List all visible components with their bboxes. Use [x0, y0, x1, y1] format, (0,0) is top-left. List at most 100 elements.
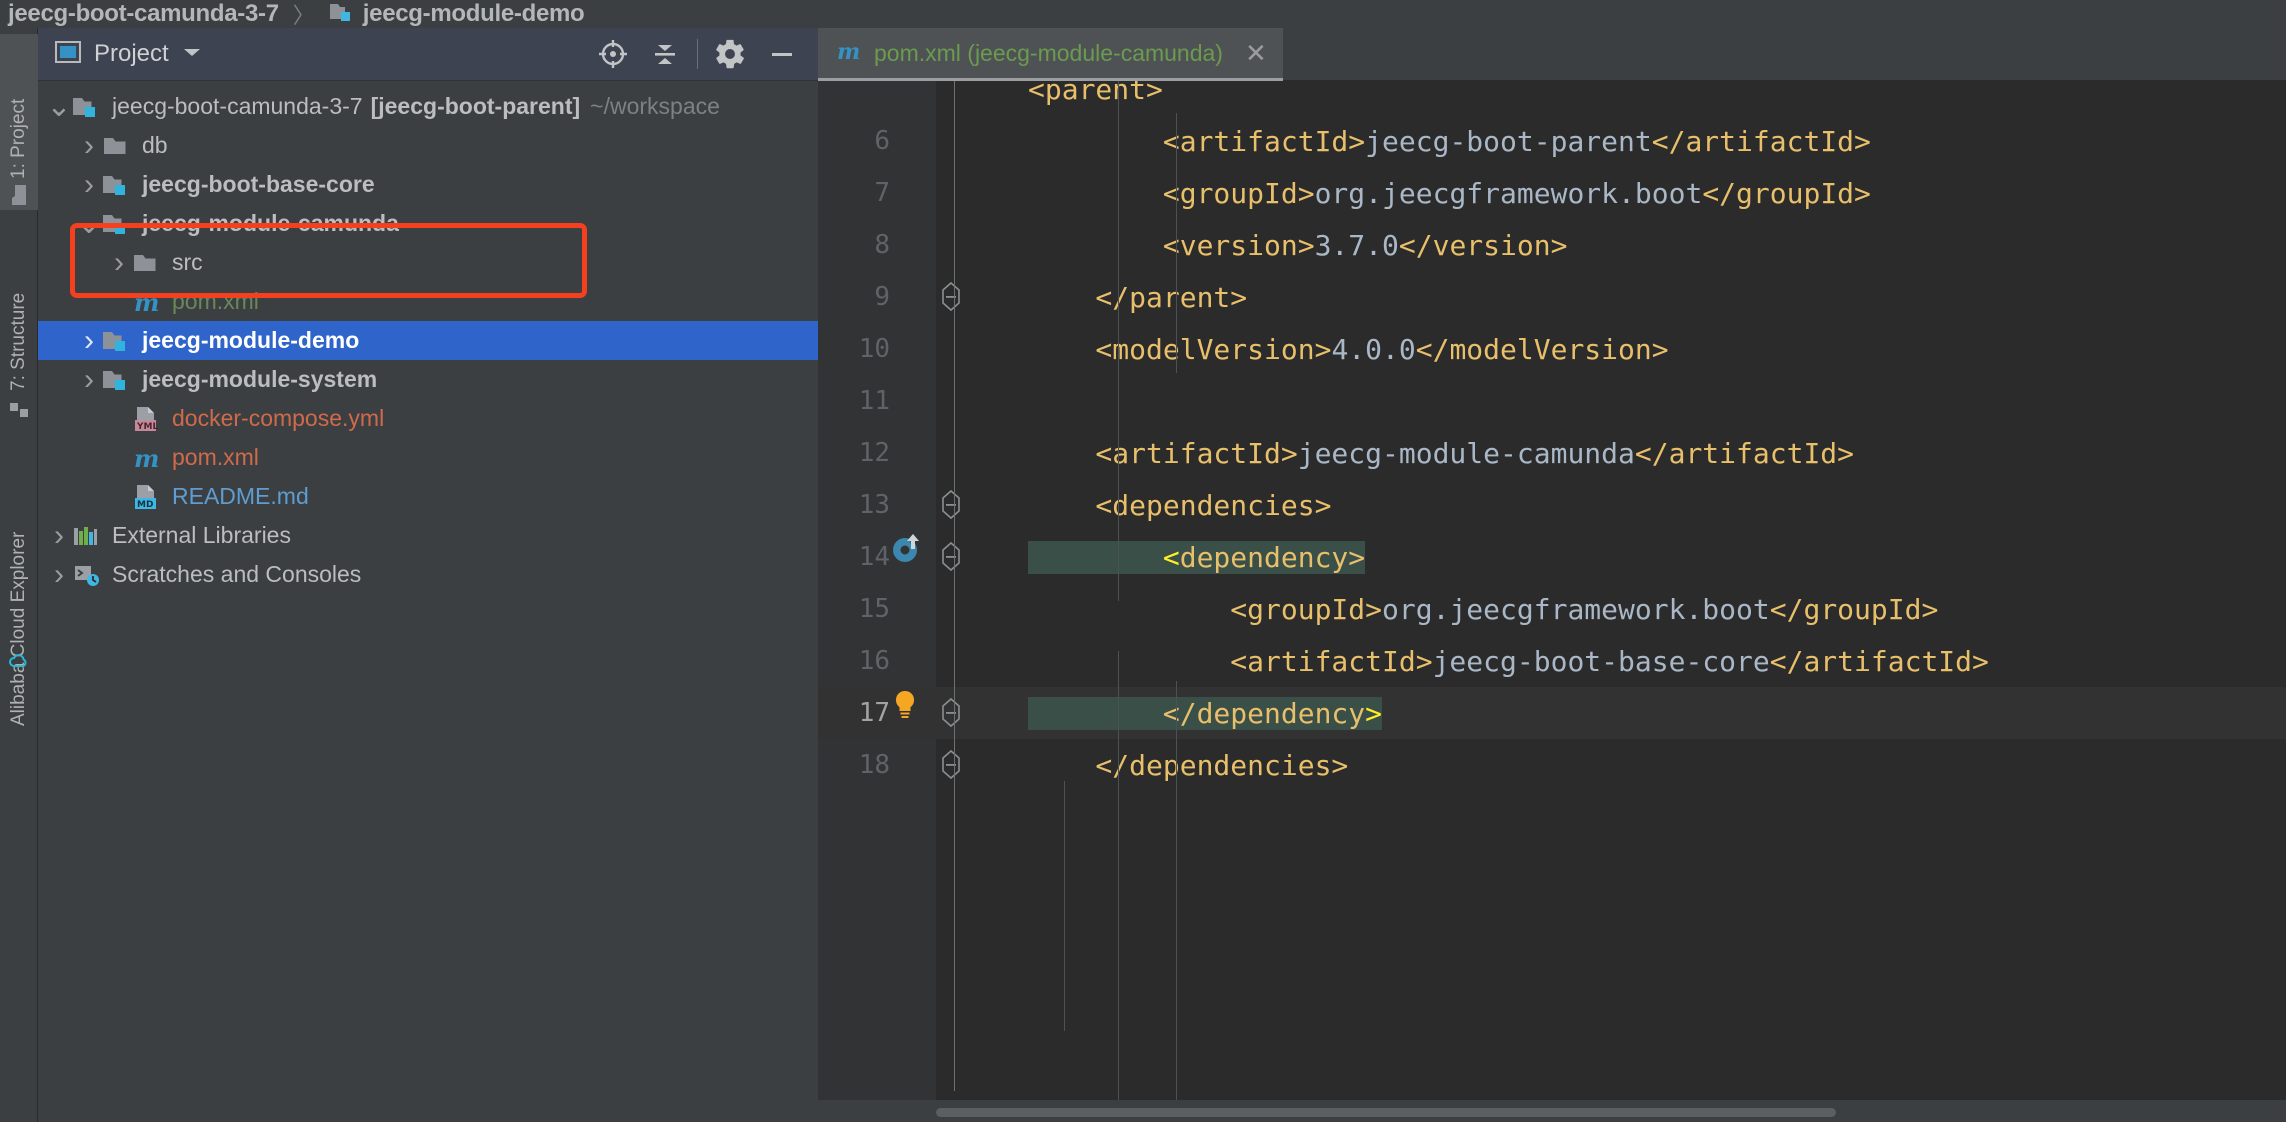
code-text: <modelVersion>4.0.0</modelVersion> [1028, 332, 1669, 366]
tree-row[interactable]: m pom.xml [38, 438, 818, 477]
editor-area: m pom.xml (jeecg-module-camunda) ✕ <pare… [818, 28, 2286, 1122]
tree-row[interactable]: › Scratches and Consoles [38, 555, 818, 594]
module-folder-icon [102, 328, 132, 354]
code-text: <version>3.7.0</version> [1028, 228, 1568, 262]
fold-gutter-slot [936, 739, 982, 791]
line-number: 13 [858, 490, 890, 520]
code-line[interactable]: 7 <groupId>org.jeecgframework.boot</grou… [818, 167, 2286, 219]
indent-guide [1176, 681, 1177, 1111]
code-text: </parent> [1028, 280, 1248, 314]
tree-row[interactable]: › db [38, 126, 818, 165]
line-number: 11 [858, 386, 890, 416]
sidebar-item-structure-label: 7: Structure [8, 292, 29, 391]
chevron-right-icon[interactable]: › [76, 363, 102, 397]
line-number: 12 [858, 438, 890, 468]
chevron-right-icon[interactable]: › [46, 558, 72, 592]
tree-row[interactable]: › jeecg-module-system [38, 360, 818, 399]
maven-reimport-icon[interactable] [890, 534, 924, 569]
tree-row-label: jeecg-module-camunda [142, 210, 399, 236]
chevron-right-icon[interactable]: › [106, 246, 132, 280]
lightbulb-icon[interactable] [890, 690, 920, 725]
code-line[interactable]: 14 <dependency> [818, 531, 2286, 583]
fold-gutter-slot [936, 167, 982, 219]
line-number: 15 [858, 594, 890, 624]
collapse-all-icon[interactable] [639, 28, 691, 80]
code-line[interactable]: 11 [818, 375, 2286, 427]
code-line[interactable]: 13 <dependencies> [818, 479, 2286, 531]
fold-collapse-icon[interactable] [936, 749, 966, 795]
fold-gutter-slot [936, 81, 982, 115]
code-text: <groupId>org.jeecgframework.boot</groupI… [1028, 176, 1871, 210]
gutter-icon-slot [890, 531, 936, 583]
locate-file-icon[interactable] [587, 28, 639, 80]
breadcrumb-item-project[interactable]: jeecg-boot-camunda-3-7 [8, 0, 279, 28]
code-line[interactable]: <parent> [818, 81, 2286, 115]
breadcrumb-item-module[interactable]: jeecg-module-demo [363, 0, 585, 28]
gutter-icon-slot [890, 687, 936, 739]
close-icon[interactable]: ✕ [1245, 40, 1267, 66]
tab-pom-xml[interactable]: m pom.xml (jeecg-module-camunda) ✕ [818, 28, 1283, 81]
horizontal-scrollbar-thumb[interactable] [936, 1108, 1836, 1117]
chevron-right-icon[interactable]: › [76, 324, 102, 358]
code-line[interactable]: 6 <artifactId>jeecg-boot-parent</artifac… [818, 115, 2286, 167]
horizontal-scrollbar-track[interactable] [818, 1100, 2286, 1122]
fold-gutter-slot [936, 479, 982, 531]
code-text: </dependency> [1028, 696, 1383, 730]
code-line[interactable]: 10 <modelVersion>4.0.0</modelVersion> [818, 323, 2286, 375]
chevron-right-icon[interactable]: › [76, 168, 102, 202]
tree-row[interactable]: › src [38, 243, 818, 282]
code-editor[interactable]: <parent> 6 <artifactId>jeecg-boot-parent<… [818, 81, 2286, 1122]
yml-file-icon: YML [132, 405, 162, 433]
editor-tab-bar: m pom.xml (jeecg-module-camunda) ✕ [818, 28, 2286, 81]
line-number: 7 [874, 178, 890, 208]
project-tree[interactable]: ⌄ jeecg-boot-camunda-3-7 [jeecg-boot-paren… [38, 81, 818, 1122]
module-folder-icon [102, 367, 132, 393]
code-line[interactable]: 17 </dependency> [818, 687, 2286, 739]
code-line[interactable]: 8 <version>3.7.0</version> [818, 219, 2286, 271]
chevron-down-icon[interactable]: ⌄ [46, 91, 72, 121]
tree-row[interactable]: ⌄ jeecg-boot-camunda-3-7 [jeecg-boot-paren… [38, 87, 818, 126]
sidebar-item-alibaba-cloud-explorer[interactable]: Alibaba Cloud Explorer [0, 432, 38, 732]
line-number: 16 [858, 646, 890, 676]
project-panel-header: Project [38, 28, 818, 81]
code-text: <dependencies> [1028, 488, 1332, 522]
hide-panel-icon[interactable] [756, 28, 808, 80]
indent-guide [1118, 651, 1119, 1121]
code-line[interactable]: 15 <groupId>org.jeecgframework.boot</gro… [818, 583, 2286, 635]
code-line[interactable]: 16 <artifactId>jeecg-boot-base-core</art… [818, 635, 2286, 687]
project-view-icon [54, 39, 82, 70]
code-text: </dependencies> [1028, 748, 1349, 782]
gutter-icon-slot [890, 375, 936, 427]
chevron-right-icon[interactable]: › [76, 129, 102, 163]
tree-row[interactable]: m pom.xml [38, 282, 818, 321]
code-line[interactable]: 9 </parent> [818, 271, 2286, 323]
tree-row[interactable]: › External Libraries [38, 516, 818, 555]
folder-icon [102, 133, 132, 159]
tree-row-label: pom.xml [172, 444, 259, 470]
sidebar-item-structure[interactable]: 7: Structure [0, 224, 38, 424]
tree-row[interactable]: MD README.md [38, 477, 818, 516]
tree-row-label: External Libraries [112, 522, 291, 548]
cloud-icon[interactable] [6, 648, 30, 677]
sidebar-item-project[interactable]: 1: Project [0, 34, 38, 210]
settings-gear-icon[interactable] [704, 28, 756, 80]
md-file-icon: MD [132, 483, 162, 511]
tree-row[interactable]: ⌄ jeecg-module-camunda [38, 204, 818, 243]
tree-row[interactable]: › jeecg-boot-base-core [38, 165, 818, 204]
chevron-right-icon[interactable]: › [46, 519, 72, 553]
tab-label: pom.xml (jeecg-module-camunda) [874, 39, 1223, 66]
tree-row[interactable]: › jeecg-module-demo [38, 321, 818, 360]
code-text: <dependency> [982, 540, 1366, 574]
code-line[interactable]: 12 <artifactId>jeecg-module-camunda</art… [818, 427, 2286, 479]
fold-gutter-slot [936, 375, 982, 427]
line-number: 9 [874, 282, 890, 312]
toolbar-divider [697, 39, 698, 69]
libraries-icon [72, 523, 102, 549]
svg-text:MD: MD [137, 500, 153, 510]
code-line[interactable]: 18 </dependencies> [818, 739, 2286, 791]
sidebar-item-project-label: 1: Project [8, 98, 29, 179]
tree-row[interactable]: YML docker-compose.yml [38, 399, 818, 438]
chevron-down-icon[interactable]: ⌄ [76, 208, 102, 238]
tree-row-label: jeecg-boot-base-core [142, 171, 375, 197]
chevron-down-icon[interactable] [181, 45, 203, 64]
